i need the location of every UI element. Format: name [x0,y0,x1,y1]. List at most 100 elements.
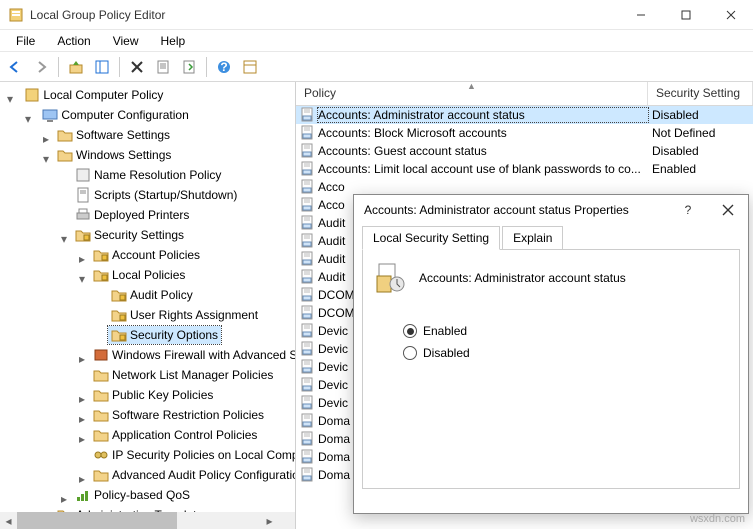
chevron-down-icon[interactable]: ▾ [22,113,34,125]
chevron-right-icon[interactable]: ▸ [76,413,88,425]
policy-item-icon [300,323,316,339]
menu-bar: File Action View Help [0,30,753,52]
tree-ip-security[interactable]: IP Security Policies on Local Computer [90,446,296,464]
policy-item-icon [300,197,316,213]
script-icon [75,187,91,203]
export-button[interactable] [178,56,200,78]
filter-button[interactable] [239,56,261,78]
title-bar: Local Group Policy Editor [0,0,753,30]
app-icon [8,7,24,23]
tab-local-security-setting[interactable]: Local Security Setting [362,226,500,250]
chevron-down-icon[interactable]: ▾ [40,153,52,165]
chevron-right-icon[interactable]: ▸ [76,393,88,405]
delete-button[interactable] [126,56,148,78]
tab-explain[interactable]: Explain [502,226,563,250]
chevron-right-icon[interactable]: ▸ [40,133,52,145]
menu-file[interactable]: File [6,32,45,50]
dialog-tab-body: Accounts: Administrator account status E… [362,249,740,489]
scroll-corner [278,512,295,529]
show-hide-tree-button[interactable] [91,56,113,78]
tree-public-key[interactable]: Public Key Policies [90,386,216,404]
policy-item-icon [300,467,316,483]
folder-icon [57,127,73,143]
chevron-down-icon[interactable]: ▾ [58,233,70,245]
tree-label: IP Security Policies on Local Computer [112,448,296,462]
caret-blank [58,211,70,223]
toolbar: ? [0,52,753,82]
tree-name-resolution[interactable]: Name Resolution Policy [72,166,224,184]
chevron-down-icon[interactable]: ▾ [4,93,16,105]
lock-folder-icon [111,287,127,303]
caret-blank [76,371,88,383]
tree-pane[interactable]: ▾ Local Computer Policy ▾ Computer Confi… [0,82,296,529]
row-policy-name: Accounts: Block Microsoft accounts [318,126,648,140]
policy-item-icon [300,305,316,321]
tree-user-rights[interactable]: User Rights Assignment [108,306,261,324]
scroll-left-icon[interactable]: ◂ [0,512,17,529]
up-button[interactable] [65,56,87,78]
radio-enabled[interactable]: Enabled [403,324,727,338]
list-row[interactable]: Accounts: Block Microsoft accountsNot De… [296,124,753,142]
policy-item-icon [300,161,316,177]
tree-root[interactable]: Local Computer Policy [21,86,166,104]
radio-disabled[interactable]: Disabled [403,346,727,360]
dialog-close-button[interactable] [708,195,748,225]
list-row[interactable]: Accounts: Administrator account statusDi… [296,106,753,124]
chevron-right-icon[interactable]: ▸ [58,493,70,505]
minimize-button[interactable] [618,0,663,30]
tree-audit-policy[interactable]: Audit Policy [108,286,196,304]
chevron-right-icon[interactable]: ▸ [76,473,88,485]
tree-advanced-audit[interactable]: Advanced Audit Policy Configuration [90,466,296,484]
policy-item-icon [300,431,316,447]
menu-view[interactable]: View [103,32,149,50]
tree-scrollbar-h[interactable]: ◂ ▸ [0,512,278,529]
chevron-right-icon[interactable]: ▸ [76,253,88,265]
tree-account-policies[interactable]: Account Policies [90,246,203,264]
tree-windows-firewall[interactable]: Windows Firewall with Advanced Security [90,346,296,364]
close-button[interactable] [708,0,753,30]
dialog-help-button[interactable]: ? [668,195,708,225]
tree-label: Local Computer Policy [43,88,163,102]
tree-label: Software Settings [76,128,170,142]
tree-windows-settings[interactable]: Windows Settings [54,146,174,164]
toolbar-separator [119,57,120,77]
chevron-right-icon[interactable]: ▸ [76,433,88,445]
svg-text:?: ? [220,60,227,74]
tree-software-settings[interactable]: Software Settings [54,126,173,144]
dialog-policy-name: Accounts: Administrator account status [419,271,626,285]
column-policy[interactable]: Policy▲ [296,82,648,105]
scroll-thumb[interactable] [17,512,177,529]
chevron-right-icon[interactable]: ▸ [76,353,88,365]
menu-help[interactable]: Help [151,32,196,50]
policy-item-icon [300,395,316,411]
help-button[interactable]: ? [213,56,235,78]
tab-label: Local Security Setting [373,231,489,245]
list-row[interactable]: Accounts: Guest account statusDisabled [296,142,753,160]
tree-scripts[interactable]: Scripts (Startup/Shutdown) [72,186,240,204]
tree-software-restriction[interactable]: Software Restriction Policies [90,406,267,424]
tree-security-options[interactable]: Security Options [108,326,221,344]
properties-button[interactable] [152,56,174,78]
column-security-setting[interactable]: Security Setting [648,82,753,105]
policy-item-icon [300,359,316,375]
chevron-down-icon[interactable]: ▾ [76,273,88,285]
tree-network-list[interactable]: Network List Manager Policies [90,366,276,384]
tree-local-policies[interactable]: Local Policies [90,266,188,284]
tree-label: Local Policies [112,268,185,282]
forward-button[interactable] [30,56,52,78]
tree-security-settings[interactable]: Security Settings [72,226,187,244]
lock-folder-icon [93,267,109,283]
column-label: Policy [304,86,336,100]
back-button[interactable] [4,56,26,78]
menu-action[interactable]: Action [47,32,100,50]
tree-deployed-printers[interactable]: Deployed Printers [72,206,192,224]
scroll-right-icon[interactable]: ▸ [261,512,278,529]
tree-qos[interactable]: Policy-based QoS [72,486,193,504]
caret-blank [94,311,106,323]
row-policy-name: Accounts: Administrator account status [318,108,648,122]
tree-app-control[interactable]: Application Control Policies [90,426,260,444]
tree-computer-configuration[interactable]: Computer Configuration [39,106,191,124]
maximize-button[interactable] [663,0,708,30]
policy-item-icon [75,167,91,183]
list-row[interactable]: Accounts: Limit local account use of bla… [296,160,753,178]
